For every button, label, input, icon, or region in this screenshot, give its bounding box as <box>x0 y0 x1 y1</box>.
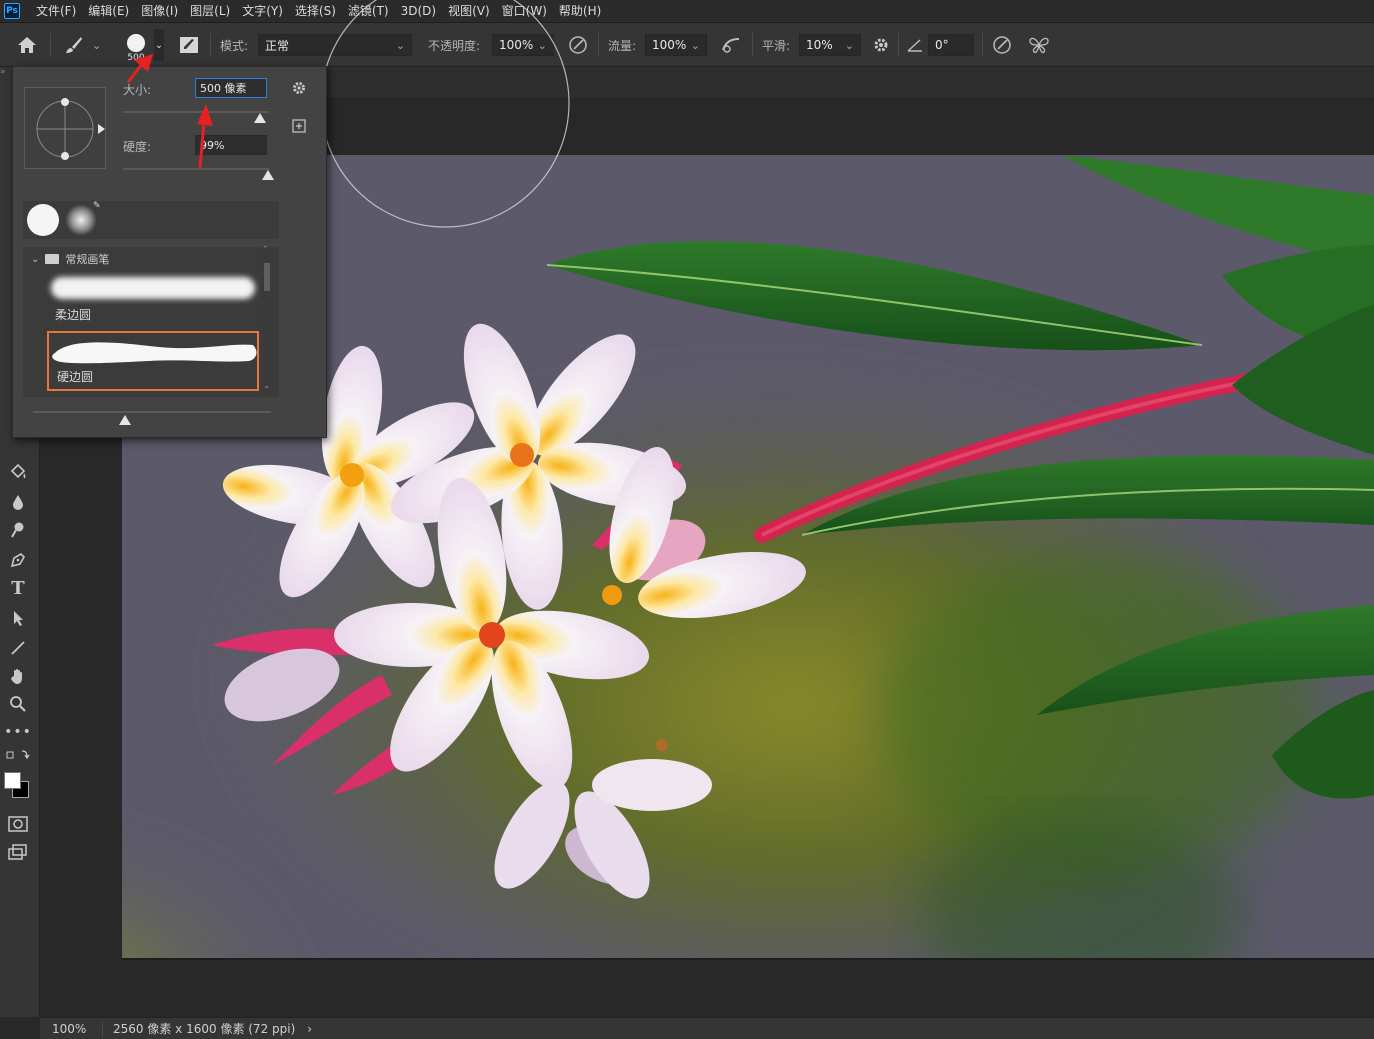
hand-icon[interactable] <box>4 663 32 689</box>
brush-angle-preview[interactable] <box>24 87 106 169</box>
quick-mask-icon[interactable] <box>4 811 32 837</box>
path-selection-icon[interactable] <box>4 605 32 631</box>
smoothing-value: 10% <box>806 38 833 52</box>
menu-layer[interactable]: 图层(L) <box>184 0 236 23</box>
angle-input[interactable]: 0° <box>928 23 974 67</box>
new-preset-icon[interactable] <box>291 118 307 134</box>
menu-bar: Ps 文件(F) 编辑(E) 图像(I) 图层(L) 文字(Y) 选择(S) 滤… <box>0 0 1374 23</box>
recent-brush-hard-round[interactable] <box>27 204 59 236</box>
document-info: 2560 像素 x 1600 像素 (72 ppi) <box>113 1022 296 1036</box>
brush-tool-preset-caret[interactable]: ⌄ <box>92 23 101 67</box>
preview-size-slider-track[interactable] <box>33 411 271 413</box>
scroll-down-icon[interactable]: ⌄ <box>263 381 271 391</box>
zoom-level[interactable]: 100% <box>52 1022 100 1036</box>
menu-file[interactable]: 文件(F) <box>30 0 82 23</box>
folder-icon <box>45 254 60 264</box>
brush-group-header[interactable]: ⌄ 常规画笔 <box>31 251 109 267</box>
zoom-icon[interactable] <box>4 691 32 717</box>
paint-bucket-icon[interactable] <box>4 459 32 485</box>
foreground-color-swatch[interactable] <box>4 772 21 789</box>
brush-name: 柔边圆 <box>55 308 92 322</box>
menu-type[interactable]: 文字(Y) <box>236 0 289 23</box>
chevron-down-icon: ⌄ <box>31 253 40 265</box>
brush-stroke-preview <box>52 342 257 364</box>
brush-cursor-outline <box>320 0 570 228</box>
preview-size-slider-thumb[interactable] <box>119 415 131 425</box>
status-info-menu-icon[interactable]: › <box>307 1022 312 1036</box>
chevron-down-icon: ⌄ <box>690 38 700 52</box>
pencil-icon: ✎ <box>93 201 101 211</box>
angle-value: 0° <box>935 38 949 52</box>
mode-label: 模式: <box>220 38 249 53</box>
brush-tip-preview <box>127 33 145 52</box>
chevron-down-icon: ⌄ <box>844 38 854 52</box>
flow-input[interactable]: 100% ⌄ <box>645 23 707 67</box>
canvas-edge <box>122 958 1374 960</box>
gear-icon[interactable] <box>291 80 307 96</box>
type-tool-icon[interactable]: T <box>4 575 32 601</box>
brush-item-hard-round-selected[interactable]: 硬边圆 <box>47 331 259 391</box>
gear-icon[interactable] <box>870 23 892 67</box>
hardness-slider-thumb[interactable] <box>261 170 274 180</box>
annotation-arrows <box>126 54 213 169</box>
screen-mode-icon[interactable] <box>4 839 32 865</box>
smoothing-input[interactable]: 10% ⌄ <box>799 23 861 67</box>
pressure-size-icon[interactable] <box>990 23 1014 67</box>
brush-group-name: 常规画笔 <box>65 253 110 266</box>
status-bar: 100% 2560 像素 x 1600 像素 (72 ppi) › <box>40 1017 1374 1039</box>
home-icon[interactable] <box>14 23 40 67</box>
brush-stroke-preview <box>51 277 255 299</box>
menu-edit[interactable]: 编辑(E) <box>82 0 135 23</box>
menu-image[interactable]: 图像(I) <box>135 0 184 23</box>
photoshop-logo: Ps <box>4 3 20 19</box>
swap-colors-icon[interactable] <box>4 747 32 763</box>
pen-icon[interactable] <box>4 547 32 573</box>
flow-label: 流量: <box>608 38 637 53</box>
brush-list-scrollbar[interactable]: ˆ ⌄ <box>263 246 271 395</box>
scrollbar-thumb[interactable] <box>264 263 270 291</box>
scroll-up-icon[interactable]: ˆ <box>263 246 268 256</box>
color-swatches[interactable] <box>4 767 32 803</box>
recent-brushes-row: ✎ <box>23 201 279 239</box>
blur-drop-icon[interactable] <box>4 489 32 515</box>
flow-value: 100% <box>652 38 687 52</box>
dodge-icon[interactable] <box>4 517 32 543</box>
mode-value: 正常 <box>265 38 290 53</box>
airbrush-icon[interactable] <box>718 23 744 67</box>
brush-preset-list: ⌄ 常规画笔 柔边圆 硬边圆 ˆ ⌄ <box>23 246 279 397</box>
more-tools-icon[interactable]: ••• <box>4 719 32 745</box>
line-tool-icon[interactable] <box>4 635 32 661</box>
brush-item-soft-round[interactable]: 柔边圆 <box>47 269 259 327</box>
brush-icon[interactable] <box>62 23 86 67</box>
chevron-down-icon: ⌄ <box>154 39 164 51</box>
angle-icon <box>904 23 926 67</box>
brush-name: 硬边圆 <box>57 370 94 384</box>
butterfly-icon[interactable] <box>1026 23 1052 67</box>
size-slider-thumb[interactable] <box>254 113 267 123</box>
smoothing-label: 平滑: <box>762 38 791 53</box>
